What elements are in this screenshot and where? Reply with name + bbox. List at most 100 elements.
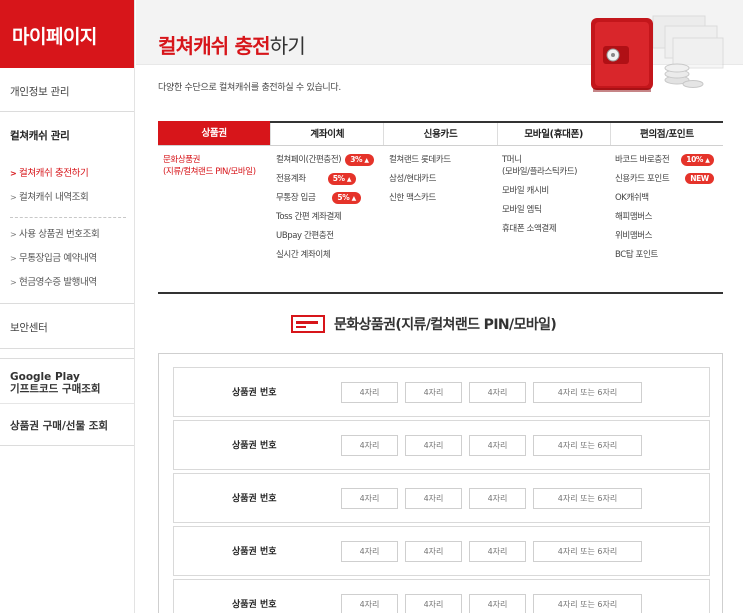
header-band: 컬쳐캐쉬 충전하기 <box>136 0 743 92</box>
pin-label: 상품권 번호 <box>232 547 277 557</box>
tab-content: 문화상품권 (지류/컬쳐랜드 PIN/모바일) 컬쳐페이(간편충전) 3% ▲ 전… <box>158 146 723 294</box>
sidebar-subitem-history[interactable]: > 컬쳐캐쉬 내역조회 <box>10 186 126 210</box>
pin-part-3-input[interactable] <box>469 541 526 562</box>
pin-label: 상품권 번호 <box>232 600 277 610</box>
link-happy-members[interactable]: 해피맴버스 <box>615 211 723 223</box>
bonus-badge: 5% ▲ <box>332 192 361 204</box>
pin-part-3-input[interactable] <box>469 488 526 509</box>
pin-part-1-input[interactable] <box>341 435 398 456</box>
link-ubpay[interactable]: UBpay 간편충전 <box>276 230 384 242</box>
sidebar-item-purchase[interactable]: 상품권 구매/선물 조회 <box>0 404 134 446</box>
sidebar-submenu: > 컬쳐캐쉬 충전하기 > 컬쳐캐쉬 내역조회 > 사용 상품권 번호조회 > 무통장입… <box>0 158 134 304</box>
chevron-right-icon: > <box>10 254 17 263</box>
section-title: 문화상품권(지류/컬쳐랜드 PIN/모바일) <box>334 317 557 333</box>
link-barcode-charge[interactable]: 바코드 바로충전 10% ▲ <box>615 154 723 166</box>
pin-input-area: 상품권 번호 상품권 번호 상품권 번호 상품권 번호 <box>158 353 723 613</box>
link-tmoney[interactable]: T머니 (모바일/플라스틱카드) <box>502 154 610 178</box>
bonus-badge: 3% ▲ <box>345 154 374 166</box>
pin-label: 상품권 번호 <box>232 494 277 504</box>
pin-part-1-input[interactable] <box>341 541 398 562</box>
tab-credit-card[interactable]: 신용카드 <box>383 123 496 145</box>
pin-part-1-input[interactable] <box>341 594 398 613</box>
giftcard-icon <box>291 315 325 333</box>
pin-part-4-input[interactable] <box>533 435 642 456</box>
sidebar-item-security[interactable]: 보안센터 <box>0 304 134 348</box>
link-lotte-card[interactable]: 컬쳐랜드 롯데카드 <box>389 154 497 166</box>
pin-part-2-input[interactable] <box>405 594 462 613</box>
new-badge: NEW <box>685 173 714 184</box>
chevron-right-icon: > <box>10 193 17 202</box>
link-bc-top-point[interactable]: BC탑 포인트 <box>615 249 723 261</box>
arrow-up-icon: ▲ <box>351 195 357 202</box>
pin-part-2-input[interactable] <box>405 435 462 456</box>
sidebar-subitem-charge[interactable]: > 컬쳐캐쉬 충전하기 <box>10 162 126 186</box>
divider <box>10 217 126 218</box>
tab-mobile[interactable]: 모바일(휴대폰) <box>496 123 610 145</box>
link-dedicated-account[interactable]: 전용계좌 5% ▲ <box>276 173 384 185</box>
pin-part-2-input[interactable] <box>405 488 462 509</box>
pin-part-4-input[interactable] <box>533 594 642 613</box>
pin-row: 상품권 번호 <box>173 420 710 470</box>
link-ok-cashbag[interactable]: OK캐쉬백 <box>615 192 723 204</box>
bonus-badge: 10% ▲ <box>681 154 715 166</box>
link-toss[interactable]: Toss 간편 계좌결제 <box>276 211 384 223</box>
pin-part-3-input[interactable] <box>469 435 526 456</box>
chevron-right-icon: > <box>10 230 17 239</box>
sidebar-item-personal-info[interactable]: 개인정보 관리 <box>0 68 134 112</box>
pin-part-4-input[interactable] <box>533 488 642 509</box>
link-phone-payment[interactable]: 휴대폰 소액결제 <box>502 223 610 235</box>
tab-bank-transfer[interactable]: 계좌이체 <box>270 123 383 145</box>
bonus-badge: 5% ▲ <box>327 173 357 185</box>
link-mtic[interactable]: 모바일 엠틱 <box>502 204 610 216</box>
pin-part-2-input[interactable] <box>405 382 462 403</box>
pin-row: 상품권 번호 <box>173 526 710 576</box>
pin-part-1-input[interactable] <box>341 382 398 403</box>
sidebar-item-googleplay[interactable]: Google Play 기프트코드 구매조회 <box>0 358 134 404</box>
pin-row: 상품권 번호 <box>173 367 710 417</box>
tab-store-point[interactable]: 편의점/포인트 <box>609 123 723 145</box>
sidebar: 마이페이지 개인정보 관리 컬쳐캐쉬 관리 > 컬쳐캐쉬 충전하기 > 컬쳐캐쉬 내… <box>0 0 135 613</box>
arrow-up-icon: ▲ <box>705 157 710 164</box>
tab-column-mobile: T머니 (모바일/플라스틱카드) 모바일 캐시비 모바일 엠틱 휴대폰 소액결제 <box>497 146 610 292</box>
pin-part-2-input[interactable] <box>405 541 462 562</box>
sidebar-subitem-deposit-reservation[interactable]: > 무통장입금 예약내역 <box>10 247 126 271</box>
pin-part-1-input[interactable] <box>341 488 398 509</box>
tab-giftcard[interactable]: 상품권 <box>158 121 271 145</box>
link-realtime-transfer[interactable]: 실시간 계좌이체 <box>276 249 384 261</box>
link-card-point[interactable]: 신용카드 포인트 NEW <box>615 173 723 185</box>
link-samsung-hyundai-card[interactable]: 삼성/현대카드 <box>389 173 497 185</box>
page-title: 컬쳐캐쉬 충전하기 <box>158 34 306 58</box>
pin-part-4-input[interactable] <box>533 541 642 562</box>
sidebar-title: 마이페이지 <box>0 0 134 68</box>
tab-column-card: 컬쳐랜드 롯데카드 삼성/현대카드 신한 맥스카드 <box>384 146 497 292</box>
link-cashbee[interactable]: 모바일 캐시비 <box>502 185 610 197</box>
link-shinhan-max-card[interactable]: 신한 맥스카드 <box>389 192 497 204</box>
tab-column-giftcard: 문화상품권 (지류/컬쳐랜드 PIN/모바일) <box>158 146 271 292</box>
wallet-illustration-icon <box>591 15 724 92</box>
tab-column-store: 바코드 바로충전 10% ▲ 신용카드 포인트 NEW OK캐쉬백 해피맴버스 위비… <box>610 146 723 292</box>
tab-column-bank: 컬쳐페이(간편충전) 3% ▲ 전용계좌 5% ▲ 무통장 입금 5% ▲ Toss … <box>271 146 384 292</box>
pin-row: 상품권 번호 <box>173 473 710 523</box>
arrow-up-icon: ▲ <box>346 176 352 183</box>
sidebar-subitem-cash-receipt[interactable]: > 현금영수증 발행내역 <box>10 271 126 295</box>
pin-part-3-input[interactable] <box>469 594 526 613</box>
sidebar-subitem-used-number[interactable]: > 사용 상품권 번호조회 <box>10 223 126 247</box>
sidebar-gap <box>0 348 134 358</box>
googleplay-line2: 기프트코드 구매조회 <box>10 383 101 395</box>
link-bank-deposit[interactable]: 무통장 입금 5% ▲ <box>276 192 384 204</box>
googleplay-line1: Google Play <box>10 371 80 383</box>
charge-method-tabs: 상품권 계좌이체 신용카드 모바일(휴대폰) 편의점/포인트 <box>158 121 723 146</box>
main-content: 컬쳐캐쉬 충전하기 다양한 수단으로 컬쳐캐쉬를 충전하실 수 있습니다. 상품… <box>136 0 743 613</box>
link-culturepay[interactable]: 컬쳐페이(간편충전) 3% ▲ <box>276 154 384 166</box>
page-description: 다양한 수단으로 컬쳐캐쉬를 충전하실 수 있습니다. <box>158 83 341 93</box>
pin-part-4-input[interactable] <box>533 382 642 403</box>
pin-row: 상품권 번호 <box>173 579 710 613</box>
link-culture-giftcard[interactable]: 문화상품권 (지류/컬쳐랜드 PIN/모바일) <box>163 154 271 178</box>
pin-part-3-input[interactable] <box>469 382 526 403</box>
pin-label: 상품권 번호 <box>232 441 277 451</box>
pin-label: 상품권 번호 <box>232 388 277 398</box>
sidebar-item-cash-manage[interactable]: 컬쳐캐쉬 관리 <box>0 112 134 158</box>
link-wibee-members[interactable]: 위비맴버스 <box>615 230 723 242</box>
section-heading: 문화상품권(지류/컬쳐랜드 PIN/모바일) <box>291 312 557 336</box>
chevron-right-icon: > <box>10 169 17 178</box>
